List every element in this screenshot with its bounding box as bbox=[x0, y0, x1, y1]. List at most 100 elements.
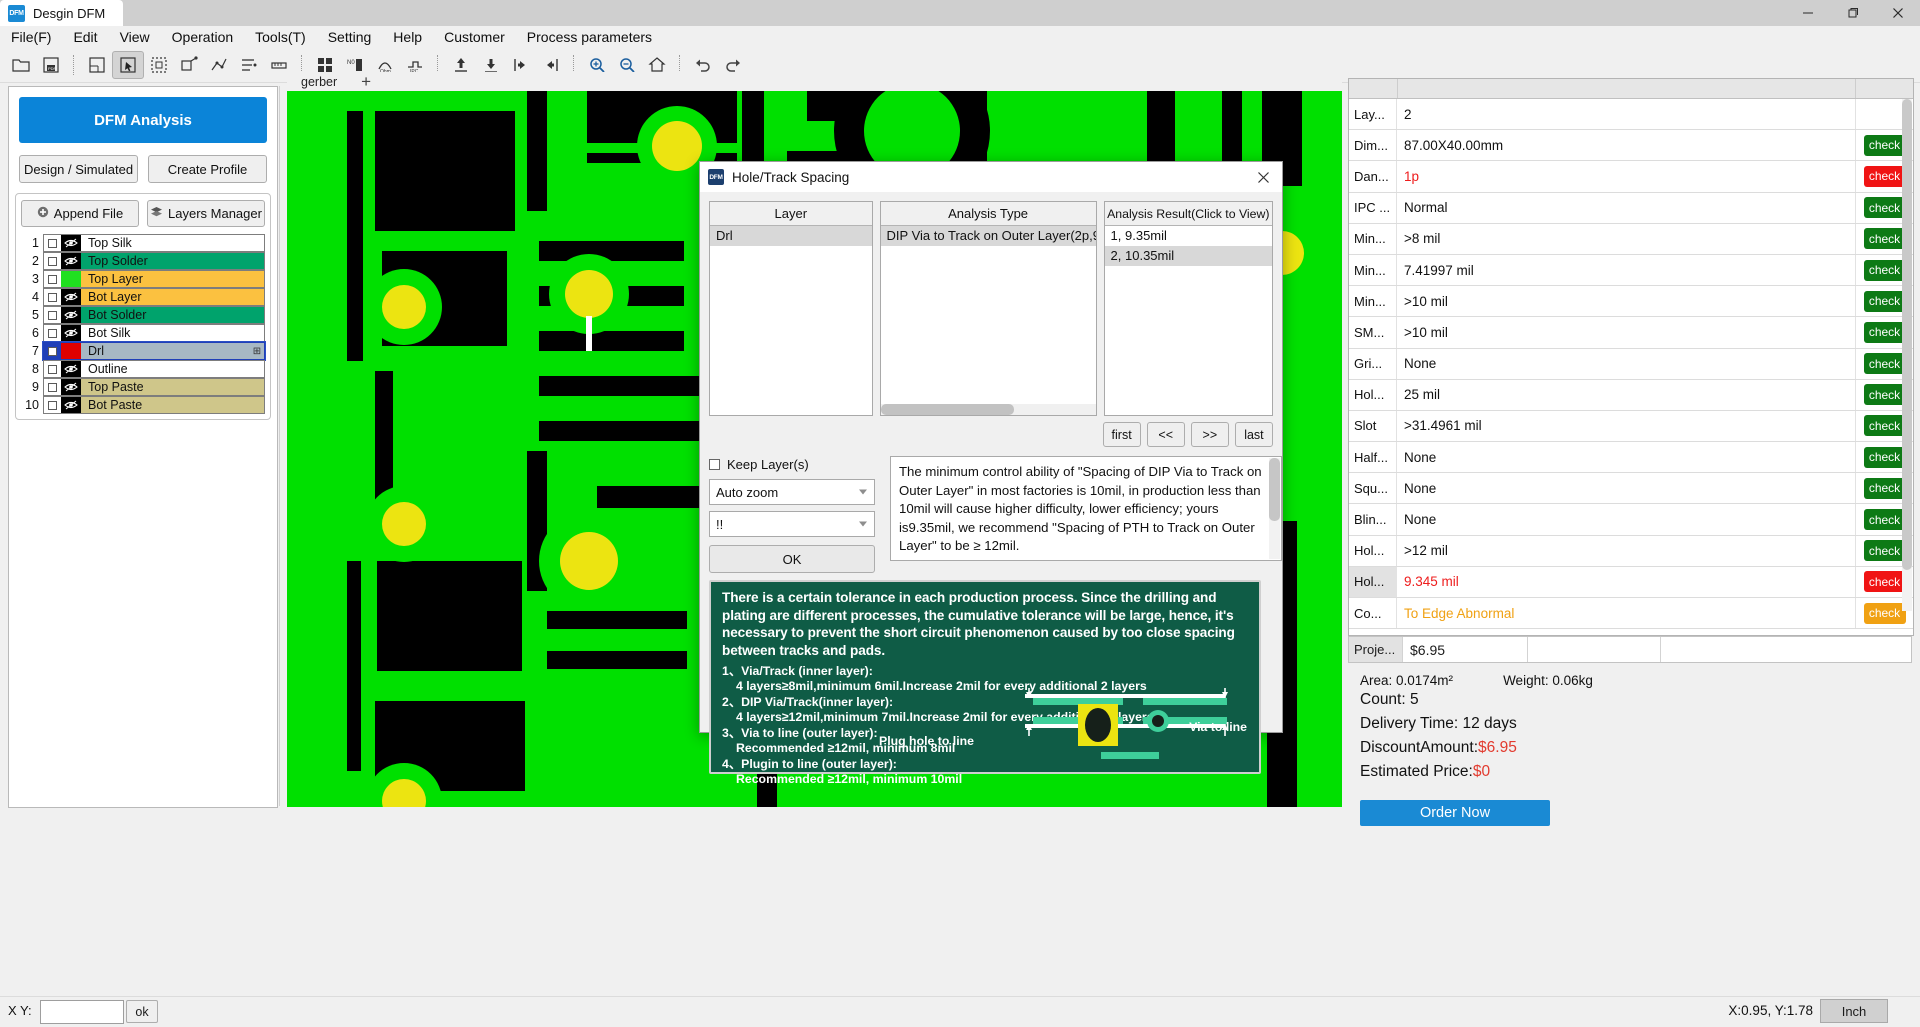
layer-row[interactable]: 1Top Silk bbox=[21, 234, 265, 252]
tab-gerber[interactable]: gerber bbox=[287, 75, 351, 89]
table-row[interactable]: IPC ...Normalcheck bbox=[1349, 193, 1913, 224]
measure-box-icon[interactable] bbox=[174, 52, 204, 78]
zoom-mode-select[interactable]: Auto zoom bbox=[709, 479, 875, 505]
check-button[interactable]: check bbox=[1864, 478, 1906, 499]
check-button[interactable]: check bbox=[1864, 135, 1906, 156]
dfm-analysis-button[interactable]: DFM Analysis bbox=[19, 97, 267, 143]
layer-visible-checkbox[interactable] bbox=[44, 289, 61, 305]
layer-color-swatch[interactable] bbox=[61, 271, 81, 287]
layer-row[interactable]: 10Bot Paste bbox=[21, 396, 265, 414]
table-row[interactable]: Min...>8 milcheck bbox=[1349, 224, 1913, 255]
check-button[interactable]: check bbox=[1864, 260, 1906, 281]
check-table-scrollbar[interactable] bbox=[1902, 99, 1912, 611]
open-folder-icon[interactable] bbox=[6, 52, 36, 78]
menu-item-setting[interactable]: Setting bbox=[317, 27, 383, 47]
check-button[interactable]: check bbox=[1864, 353, 1906, 374]
stackup-icon[interactable] bbox=[234, 52, 264, 78]
menu-item-edit[interactable]: Edit bbox=[62, 27, 108, 47]
save-file-icon[interactable]: PDF bbox=[36, 52, 66, 78]
eye-off-icon[interactable] bbox=[61, 235, 81, 251]
layer-color-swatch[interactable] bbox=[61, 343, 81, 359]
table-row[interactable]: Hol...25 milcheck bbox=[1349, 380, 1913, 411]
table-row[interactable]: Gri...Nonecheck bbox=[1349, 349, 1913, 380]
table-row[interactable]: Min...7.41997 milcheck bbox=[1349, 255, 1913, 286]
check-button[interactable]: check bbox=[1864, 228, 1906, 249]
mark-mode-select[interactable]: !! bbox=[709, 511, 875, 537]
table-row[interactable]: Hol...>12 milcheck bbox=[1349, 536, 1913, 567]
table-row[interactable]: SM...>10 milcheck bbox=[1349, 317, 1913, 348]
check-button[interactable]: check bbox=[1864, 384, 1906, 405]
nav-next-button[interactable]: >> bbox=[1191, 422, 1229, 447]
eye-off-icon[interactable] bbox=[61, 289, 81, 305]
layer-visible-checkbox[interactable] bbox=[44, 235, 61, 251]
table-row[interactable]: Dim...87.00X40.00mmcheck bbox=[1349, 130, 1913, 161]
table-row[interactable]: Squ...Nonecheck bbox=[1349, 473, 1913, 504]
list-item[interactable]: DIP Via to Track on Outer Layer(2p,9 bbox=[881, 226, 1096, 246]
eye-off-icon[interactable] bbox=[61, 379, 81, 395]
minimize-icon[interactable] bbox=[1785, 0, 1830, 26]
check-button[interactable]: check bbox=[1864, 166, 1906, 187]
layer-visible-checkbox[interactable] bbox=[44, 253, 61, 269]
design-simulated-button[interactable]: Design / Simulated bbox=[19, 155, 138, 183]
order-now-button[interactable]: Order Now bbox=[1360, 800, 1550, 826]
menu-item-customer[interactable]: Customer bbox=[433, 27, 516, 47]
layer-visible-checkbox[interactable] bbox=[44, 343, 61, 359]
nav-last-button[interactable]: last bbox=[1235, 422, 1273, 447]
layers-manager-button[interactable]: Layers Manager bbox=[147, 200, 265, 227]
layer-visible-checkbox[interactable] bbox=[44, 361, 61, 377]
eye-off-icon[interactable] bbox=[61, 307, 81, 323]
table-row[interactable]: Half...Nonecheck bbox=[1349, 442, 1913, 473]
add-tab-icon[interactable]: + bbox=[351, 72, 381, 92]
close-icon[interactable] bbox=[1875, 0, 1920, 26]
layer-row[interactable]: 9Top Paste bbox=[21, 378, 265, 396]
table-row[interactable]: Min...>10 milcheck bbox=[1349, 286, 1913, 317]
keep-layers-row[interactable]: Keep Layer(s) bbox=[709, 456, 875, 473]
layer-expand-icon[interactable]: ⊞ bbox=[250, 343, 264, 359]
menu-item-operation[interactable]: Operation bbox=[161, 27, 244, 47]
scroll-thumb[interactable] bbox=[1269, 458, 1280, 521]
unit-toggle-button[interactable]: Inch bbox=[1820, 999, 1888, 1023]
list-item[interactable]: Drl bbox=[710, 226, 872, 246]
layer-row[interactable]: 5Bot Solder bbox=[21, 306, 265, 324]
check-button[interactable]: check bbox=[1864, 291, 1906, 312]
layer-row[interactable]: 7Drl⊞ bbox=[21, 342, 265, 360]
description-vscrollbar[interactable] bbox=[1269, 458, 1280, 559]
append-file-button[interactable]: Append File bbox=[21, 200, 139, 227]
layer-row[interactable]: 4Bot Layer bbox=[21, 288, 265, 306]
analysis-type-list[interactable]: DIP Via to Track on Outer Layer(2p,9 bbox=[881, 226, 1096, 415]
table-row[interactable]: Hol...9.345 milcheck bbox=[1349, 567, 1913, 598]
app-tab-desgin-dfm[interactable]: DFM Desgin DFM bbox=[0, 0, 123, 26]
analysis-type-hscrollbar[interactable] bbox=[881, 404, 1096, 415]
list-item[interactable]: 1, 9.35mil bbox=[1105, 226, 1272, 246]
create-profile-button[interactable]: Create Profile bbox=[148, 155, 267, 183]
scroll-thumb[interactable] bbox=[1902, 99, 1912, 570]
layer-visible-checkbox[interactable] bbox=[44, 271, 61, 287]
layer-visible-checkbox[interactable] bbox=[44, 397, 61, 413]
check-button[interactable]: check bbox=[1864, 603, 1906, 624]
analysis-result-list[interactable]: 1, 9.35mil 2, 10.35mil bbox=[1105, 226, 1272, 415]
layer-row[interactable]: 6Bot Silk bbox=[21, 324, 265, 342]
panel-layout-icon[interactable] bbox=[82, 52, 112, 78]
check-button[interactable]: check bbox=[1864, 571, 1906, 592]
check-button[interactable]: check bbox=[1864, 197, 1906, 218]
layer-visible-checkbox[interactable] bbox=[44, 325, 61, 341]
dialog-close-icon[interactable] bbox=[1248, 166, 1278, 188]
maximize-icon[interactable] bbox=[1830, 0, 1875, 26]
layer-visible-checkbox[interactable] bbox=[44, 379, 61, 395]
check-button[interactable]: check bbox=[1864, 415, 1906, 436]
table-row[interactable]: Slot>31.4961 milcheck bbox=[1349, 411, 1913, 442]
eye-off-icon[interactable] bbox=[61, 397, 81, 413]
check-button[interactable]: check bbox=[1864, 447, 1906, 468]
marquee-select-icon[interactable] bbox=[144, 52, 174, 78]
scroll-thumb[interactable] bbox=[881, 404, 1014, 415]
nav-first-button[interactable]: first bbox=[1103, 422, 1141, 447]
menu-item-tools-t[interactable]: Tools(T) bbox=[244, 27, 317, 47]
select-cursor-icon[interactable] bbox=[112, 51, 144, 79]
layer-visible-checkbox[interactable] bbox=[44, 307, 61, 323]
layer-column-list[interactable]: Drl bbox=[710, 226, 872, 415]
xy-input[interactable] bbox=[40, 1000, 124, 1024]
keep-layers-checkbox[interactable] bbox=[709, 459, 720, 470]
nav-prev-button[interactable]: << bbox=[1147, 422, 1185, 447]
table-row[interactable]: Lay...2 bbox=[1349, 99, 1913, 130]
net-trace-icon[interactable] bbox=[204, 52, 234, 78]
